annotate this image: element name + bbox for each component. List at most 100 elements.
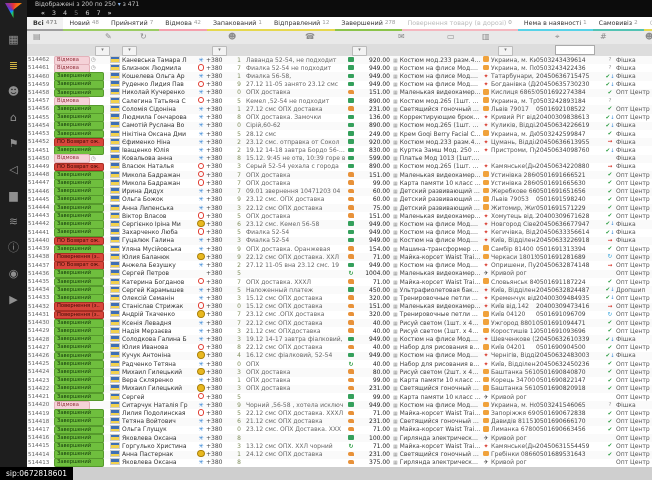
tracking-number[interactable]: 0501691598240: [536, 196, 604, 203]
tracking-number[interactable]: 0501691313394: [536, 246, 604, 253]
client-name[interactable]: Катерина Богданов: [122, 279, 196, 286]
tab-Відмова[interactable]: Відмова42: [159, 17, 207, 31]
client-name[interactable]: Руденко Лидия Пав: [122, 81, 196, 88]
order-id[interactable]: 514418: [27, 419, 54, 425]
client-name[interactable]: Кошелева Ольга Ар: [122, 73, 196, 80]
tracking-number[interactable]: 0501691665630: [536, 180, 604, 187]
phone-number[interactable]: +380: [206, 262, 232, 269]
client-name[interactable]: Радченко Тетяна: [122, 361, 196, 368]
order-id[interactable]: 514448: [27, 172, 54, 178]
campaigns-icon[interactable]: ◁: [0, 156, 27, 182]
order-id[interactable]: 514438: [27, 254, 54, 260]
tracking-number[interactable]: 0501691651656: [536, 188, 604, 195]
client-name[interactable]: Людмила Гончарова: [122, 114, 196, 121]
client-name[interactable]: Кучук Антоніна: [122, 352, 196, 359]
tracking-number[interactable]: 0501689531643: [536, 451, 604, 458]
tracking-number[interactable]: 20450632874148: [536, 262, 604, 269]
tracking-number[interactable]: 0501691666521: [536, 172, 604, 179]
phone-number[interactable]: +380: [206, 139, 232, 146]
client-name[interactable]: Ковальова анна: [122, 155, 196, 162]
order-id[interactable]: 514433: [27, 295, 54, 301]
phone-number[interactable]: +380: [206, 237, 232, 244]
app-logo[interactable]: [5, 3, 22, 18]
tracking-number[interactable]: 20450632610339: [536, 336, 604, 343]
order-id[interactable]: 514436: [27, 271, 54, 277]
tracking-number[interactable]: 0503243439614: [536, 57, 604, 64]
tab-Завершений[interactable]: Завершений278: [335, 17, 401, 31]
phone-number[interactable]: +380: [206, 328, 232, 335]
filter-dropdown-status[interactable]: ▾: [95, 46, 110, 56]
order-id[interactable]: 514435: [27, 279, 54, 285]
phone-number[interactable]: +380: [206, 287, 232, 294]
tracking-number[interactable]: 0501691571229: [536, 205, 604, 212]
filter-dropdown-delivery[interactable]: ▾: [498, 46, 513, 56]
order-id[interactable]: 514431: [27, 312, 54, 318]
tracking-number[interactable]: 20450634098760: [536, 147, 604, 154]
order-id[interactable]: 514449: [27, 164, 54, 170]
phone-number[interactable]: +380: [206, 163, 232, 170]
filter-dropdown-channel[interactable]: ▾: [212, 46, 227, 56]
client-name[interactable]: Сергей Петров: [122, 270, 196, 277]
tracking-number[interactable]: 20450634226619: [536, 122, 604, 129]
client-name[interactable]: Ситарчук Наталія Гр: [122, 402, 196, 409]
phone-number[interactable]: +380: [206, 303, 232, 310]
tracking-number[interactable]: 20450636715475: [536, 73, 604, 80]
tracking-number[interactable]: 0503242893184: [536, 98, 604, 105]
client-name[interactable]: Лилия Подолинская: [122, 410, 196, 417]
payment-icon[interactable]: ▭: [447, 32, 455, 41]
phone-number[interactable]: +380: [206, 344, 232, 351]
order-id[interactable]: 514451: [27, 148, 54, 154]
phone-number[interactable]: +380: [206, 131, 232, 138]
phone-number[interactable]: +380: [206, 385, 232, 392]
order-id[interactable]: 514426: [27, 353, 54, 359]
order-id[interactable]: 514439: [27, 246, 54, 252]
order-id[interactable]: 514437: [27, 263, 54, 269]
filter-ttn-input[interactable]: [555, 45, 595, 55]
product-icon[interactable]: ▥: [482, 32, 490, 41]
tracking-number[interactable]: 0503241546065: [536, 402, 604, 409]
order-id[interactable]: 514414: [27, 452, 54, 458]
tab-Повернення товару (в дорозі)[interactable]: Повернення товару (в дорозі)0: [402, 17, 518, 31]
phone-number[interactable]: +380: [206, 418, 232, 425]
video-icon[interactable]: ▶: [0, 286, 27, 312]
client-name[interactable]: Николай Кучеренко: [122, 89, 196, 96]
client-name[interactable]: Микола Бадражан: [122, 180, 196, 187]
tracking-number[interactable]: 20400309671628: [536, 213, 604, 220]
client-name[interactable]: Уляна Мусійовська: [122, 246, 196, 253]
tracking-number[interactable]: 0501690663456: [536, 426, 604, 433]
client-name[interactable]: Віктор Власов: [122, 213, 196, 220]
client-name[interactable]: Станіслав Стрижак: [122, 303, 196, 310]
order-id[interactable]: 514440: [27, 238, 54, 244]
order-id[interactable]: 514450: [27, 156, 54, 162]
page-number-7[interactable]: 7: [96, 9, 100, 17]
client-name[interactable]: Захарченко Люба: [122, 229, 196, 236]
tracking-number[interactable]: 20450632824487: [536, 287, 604, 294]
filter-dropdown-payment[interactable]: ▾: [352, 46, 367, 56]
orders-icon[interactable]: ≣: [0, 52, 27, 78]
phone-number[interactable]: +380: [206, 98, 232, 105]
order-id[interactable]: 514425: [27, 361, 54, 367]
order-id[interactable]: 514432: [27, 304, 54, 310]
client-name[interactable]: Сергієнко Іріна Ми: [122, 221, 196, 228]
order-id[interactable]: 514442: [27, 221, 54, 227]
dialog-icon[interactable]: ✉: [398, 32, 405, 41]
phone-number[interactable]: +380: [206, 122, 232, 129]
client-name[interactable]: Гуцалюк Галина: [122, 237, 196, 244]
phone-number[interactable]: +380: [206, 196, 232, 203]
tracking-number[interactable]: 20450632450236: [536, 361, 604, 368]
phone-number[interactable]: +380: [206, 443, 232, 450]
tracking-number[interactable]: 20400309473416: [536, 303, 604, 310]
tracking-number[interactable]: 0501690672838: [536, 410, 604, 417]
phone-number[interactable]: +380: [206, 394, 232, 401]
page-size-dropdown[interactable]: ▾: [118, 1, 121, 8]
tab-Всі[interactable]: Всі471: [27, 17, 63, 31]
phone-number[interactable]: +380: [206, 65, 232, 72]
phone-number[interactable]: +380: [206, 147, 232, 154]
tracking-number[interactable]: 20400309838613: [536, 114, 604, 121]
client-name[interactable]: Михаил Гилецький: [122, 385, 196, 392]
phone-number[interactable]: +380: [206, 402, 232, 409]
order-id[interactable]: 514458: [27, 90, 54, 96]
order-id[interactable]: 514445: [27, 197, 54, 203]
tracking-number[interactable]: 20450636677947: [536, 221, 604, 228]
phone-number[interactable]: +380: [206, 246, 232, 253]
